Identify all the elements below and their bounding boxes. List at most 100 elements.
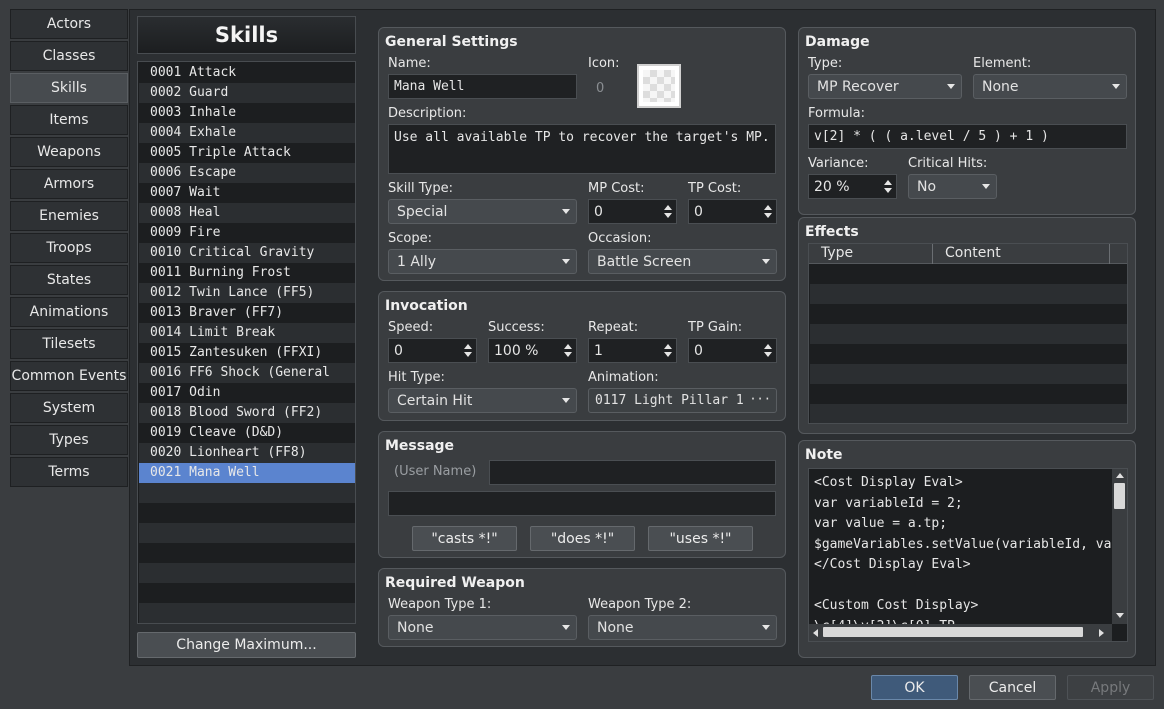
animation-picker[interactable]: 0117 Light Pillar 1 ···: [588, 388, 777, 413]
tab-system[interactable]: System: [10, 393, 128, 423]
message-line1-input[interactable]: [489, 460, 776, 485]
success-stepper[interactable]: 100 %: [488, 338, 577, 363]
casts-button[interactable]: "casts *!": [412, 526, 517, 551]
tab-troops[interactable]: Troops: [10, 233, 128, 263]
list-item[interactable]: 0013 Braver (FF7): [139, 303, 355, 323]
list-item-empty[interactable]: [139, 543, 355, 563]
scroll-up-icon[interactable]: [1116, 473, 1124, 478]
skill-type-select[interactable]: Special: [388, 199, 577, 224]
list-item[interactable]: 0014 Limit Break: [139, 323, 355, 343]
variance-stepper[interactable]: 20 %: [808, 174, 897, 199]
list-item-empty[interactable]: [139, 603, 355, 623]
list-item-empty[interactable]: [139, 563, 355, 583]
icon-picker[interactable]: [637, 64, 681, 108]
cancel-button[interactable]: Cancel: [969, 675, 1056, 700]
list-item[interactable]: 0009 Fire: [139, 223, 355, 243]
table-row[interactable]: [810, 304, 1127, 324]
tab-weapons[interactable]: Weapons: [10, 137, 128, 167]
stepper-up-icon[interactable]: [564, 344, 572, 349]
list-item[interactable]: 0007 Wait: [139, 183, 355, 203]
stepper-down-icon[interactable]: [884, 188, 892, 193]
scope-select[interactable]: 1 Ally: [388, 249, 577, 274]
stepper-up-icon[interactable]: [664, 344, 672, 349]
note-textarea[interactable]: <Cost Display Eval> var variableId = 2; …: [808, 468, 1128, 642]
tab-items[interactable]: Items: [10, 105, 128, 135]
list-item[interactable]: 0017 Odin: [139, 383, 355, 403]
damage-type-select[interactable]: MP Recover: [808, 74, 962, 99]
speed-stepper[interactable]: 0: [388, 338, 477, 363]
tab-actors[interactable]: Actors: [10, 9, 128, 39]
list-item[interactable]: 0016 FF6 Shock (General Leo): [139, 363, 355, 400]
stepper-up-icon[interactable]: [764, 205, 772, 210]
element-select[interactable]: None: [973, 74, 1127, 99]
tab-skills[interactable]: Skills: [10, 73, 128, 103]
ok-button[interactable]: OK: [871, 675, 958, 700]
list-item[interactable]: 0010 Critical Gravity: [139, 243, 355, 263]
tp-cost-stepper[interactable]: 0: [688, 199, 777, 224]
stepper-up-icon[interactable]: [764, 344, 772, 349]
tab-tilesets[interactable]: Tilesets: [10, 329, 128, 359]
ellipsis-icon[interactable]: ···: [749, 392, 771, 406]
list-item[interactable]: 0020 Lionheart (FF8): [139, 443, 355, 463]
list-item[interactable]: 0006 Escape: [139, 163, 355, 183]
list-item[interactable]: 0015 Zantesuken (FFXI): [139, 343, 355, 363]
tab-common-events[interactable]: Common Events: [10, 361, 128, 391]
tab-types[interactable]: Types: [10, 425, 128, 455]
vertical-scrollbar[interactable]: [1112, 469, 1127, 624]
list-item[interactable]: 0018 Blood Sword (FF2): [139, 403, 355, 423]
list-item-empty[interactable]: [139, 523, 355, 543]
list-item-empty[interactable]: [139, 503, 355, 523]
stepper-down-icon[interactable]: [464, 352, 472, 357]
table-row[interactable]: [810, 404, 1127, 423]
scroll-right-icon[interactable]: [1099, 629, 1104, 637]
change-maximum-button[interactable]: Change Maximum...: [137, 632, 356, 658]
hit-type-select[interactable]: Certain Hit: [388, 388, 577, 413]
list-item[interactable]: 0002 Guard: [139, 83, 355, 103]
does-button[interactable]: "does *!": [530, 526, 635, 551]
uses-button[interactable]: "uses *!": [648, 526, 753, 551]
stepper-up-icon[interactable]: [664, 205, 672, 210]
list-item-empty[interactable]: [139, 483, 355, 503]
column-header-content[interactable]: Content: [945, 245, 1001, 261]
list-item-empty[interactable]: [139, 583, 355, 603]
table-row[interactable]: [810, 364, 1127, 384]
stepper-up-icon[interactable]: [884, 180, 892, 185]
critical-hits-select[interactable]: No: [908, 174, 997, 199]
list-item[interactable]: 0008 Heal: [139, 203, 355, 223]
effects-table[interactable]: Type Content: [808, 243, 1128, 424]
list-item[interactable]: 0005 Triple Attack: [139, 143, 355, 163]
list-item[interactable]: 0012 Twin Lance (FF5): [139, 283, 355, 303]
stepper-down-icon[interactable]: [764, 352, 772, 357]
stepper-down-icon[interactable]: [764, 213, 772, 218]
apply-button[interactable]: Apply: [1067, 675, 1154, 700]
table-row[interactable]: [810, 344, 1127, 364]
mp-cost-stepper[interactable]: 0: [588, 199, 677, 224]
list-item[interactable]: 0011 Burning Frost: [139, 263, 355, 283]
tab-animations[interactable]: Animations: [10, 297, 128, 327]
stepper-down-icon[interactable]: [664, 213, 672, 218]
tab-terms[interactable]: Terms: [10, 457, 128, 487]
name-input[interactable]: Mana Well: [388, 74, 577, 99]
tp-gain-stepper[interactable]: 0: [688, 338, 777, 363]
formula-input[interactable]: v[2] * ( ( a.level / 5 ) + 1 ): [808, 124, 1127, 149]
list-item[interactable]: 0003 Inhale: [139, 103, 355, 123]
message-line2-input[interactable]: [388, 491, 776, 516]
occasion-select[interactable]: Battle Screen: [588, 249, 777, 274]
repeat-stepper[interactable]: 1: [588, 338, 677, 363]
weapon-type-2-select[interactable]: None: [588, 615, 777, 640]
list-item[interactable]: 0019 Cleave (D&D): [139, 423, 355, 443]
table-row[interactable]: [810, 264, 1127, 284]
tab-classes[interactable]: Classes: [10, 41, 128, 71]
weapon-type-1-select[interactable]: None: [388, 615, 577, 640]
table-row[interactable]: [810, 324, 1127, 344]
tab-armors[interactable]: Armors: [10, 169, 128, 199]
tab-enemies[interactable]: Enemies: [10, 201, 128, 231]
list-item[interactable]: 0021 Mana Well: [139, 463, 355, 483]
scroll-down-icon[interactable]: [1116, 613, 1124, 618]
stepper-down-icon[interactable]: [564, 352, 572, 357]
description-input[interactable]: Use all available TP to recover the targ…: [388, 124, 776, 174]
column-header-type[interactable]: Type: [821, 245, 853, 261]
table-row[interactable]: [810, 284, 1127, 304]
list-item[interactable]: 0001 Attack: [139, 63, 355, 83]
list-item[interactable]: 0004 Exhale: [139, 123, 355, 143]
